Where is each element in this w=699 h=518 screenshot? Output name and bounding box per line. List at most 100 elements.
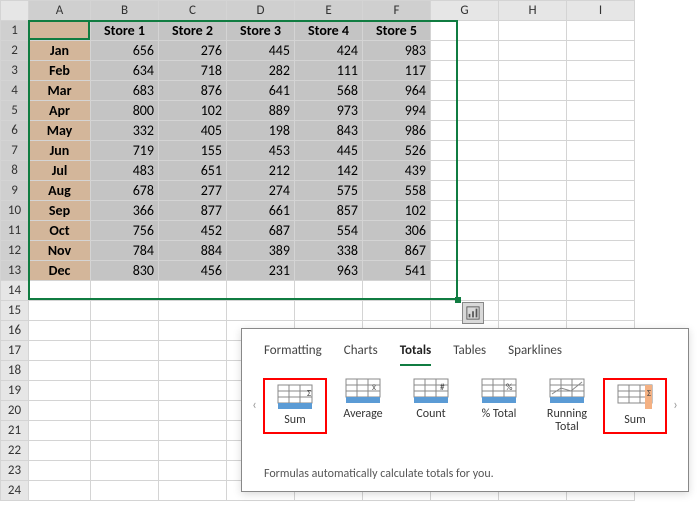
tab-charts[interactable]: Charts	[344, 343, 378, 366]
data-cell[interactable]: 876	[159, 81, 227, 101]
month-cell[interactable]: Jan	[29, 41, 91, 61]
data-cell[interactable]: 282	[227, 61, 295, 81]
cell-blank[interactable]	[499, 21, 567, 41]
cell-blank[interactable]	[29, 321, 91, 341]
data-cell[interactable]: 231	[227, 261, 295, 281]
cell-blank[interactable]	[295, 301, 363, 321]
cell-blank[interactable]	[431, 81, 499, 101]
tab-totals[interactable]: Totals	[400, 343, 431, 366]
header-cell[interactable]: Store 4	[295, 21, 363, 41]
cell-blank[interactable]	[91, 421, 159, 441]
data-cell[interactable]: 142	[295, 161, 363, 181]
cell-blank[interactable]	[91, 301, 159, 321]
data-cell[interactable]: 456	[159, 261, 227, 281]
row-header-5[interactable]: 5	[1, 101, 29, 121]
data-cell[interactable]: 212	[227, 161, 295, 181]
col-header-D[interactable]: D	[227, 1, 295, 21]
data-cell[interactable]: 483	[91, 161, 159, 181]
data-cell[interactable]: 678	[91, 181, 159, 201]
data-cell[interactable]: 111	[295, 61, 363, 81]
data-cell[interactable]: 274	[227, 181, 295, 201]
cell-blank[interactable]	[567, 261, 635, 281]
data-cell[interactable]: 453	[227, 141, 295, 161]
cell-blank[interactable]	[431, 241, 499, 261]
cell-blank[interactable]	[431, 121, 499, 141]
data-cell[interactable]: 117	[363, 61, 431, 81]
cell-blank[interactable]	[29, 381, 91, 401]
cell-blank[interactable]	[567, 21, 635, 41]
cell-blank[interactable]	[567, 101, 635, 121]
cell-blank[interactable]	[431, 281, 499, 301]
col-header-G[interactable]: G	[431, 1, 499, 21]
cell-blank[interactable]	[499, 261, 567, 281]
month-cell[interactable]: Jul	[29, 161, 91, 181]
cell-blank[interactable]	[29, 481, 91, 501]
cell-blank[interactable]	[499, 301, 567, 321]
month-cell[interactable]: Aug	[29, 181, 91, 201]
tab-formatting[interactable]: Formatting	[264, 343, 322, 366]
tab-tables[interactable]: Tables	[453, 343, 486, 366]
cell-blank[interactable]	[91, 321, 159, 341]
scroll-left-icon[interactable]: ‹	[250, 378, 259, 413]
cell-blank[interactable]	[567, 221, 635, 241]
data-cell[interactable]: 830	[91, 261, 159, 281]
data-cell[interactable]: 445	[227, 41, 295, 61]
month-cell[interactable]: May	[29, 121, 91, 141]
cell-blank[interactable]	[431, 21, 499, 41]
data-cell[interactable]: 687	[227, 221, 295, 241]
row-header-17[interactable]: 17	[1, 341, 29, 361]
header-cell[interactable]: Store 2	[159, 21, 227, 41]
row-header-7[interactable]: 7	[1, 141, 29, 161]
cell-blank[interactable]	[499, 241, 567, 261]
data-cell[interactable]: 661	[227, 201, 295, 221]
cell-blank[interactable]	[499, 41, 567, 61]
cell-blank[interactable]	[91, 441, 159, 461]
data-cell[interactable]: 719	[91, 141, 159, 161]
data-cell[interactable]: 405	[159, 121, 227, 141]
cell-blank[interactable]	[159, 421, 227, 441]
cell-blank[interactable]	[499, 181, 567, 201]
row-header-23[interactable]: 23	[1, 461, 29, 481]
data-cell[interactable]: 526	[363, 141, 431, 161]
data-cell[interactable]: 634	[91, 61, 159, 81]
data-cell[interactable]: 641	[227, 81, 295, 101]
data-cell[interactable]: 973	[295, 101, 363, 121]
cell-blank[interactable]	[567, 81, 635, 101]
data-cell[interactable]: 683	[91, 81, 159, 101]
cell-blank[interactable]	[499, 101, 567, 121]
data-cell[interactable]: 554	[295, 221, 363, 241]
cell-blank[interactable]	[567, 61, 635, 81]
cell-blank[interactable]	[159, 301, 227, 321]
cell-blank[interactable]	[499, 281, 567, 301]
month-cell[interactable]: Feb	[29, 61, 91, 81]
col-header-A[interactable]: A	[29, 1, 91, 21]
cell-blank[interactable]	[159, 361, 227, 381]
cell-blank[interactable]	[91, 281, 159, 301]
cell-blank[interactable]	[567, 161, 635, 181]
data-cell[interactable]: 276	[159, 41, 227, 61]
data-cell[interactable]: 877	[159, 201, 227, 221]
cell-blank[interactable]	[499, 121, 567, 141]
header-cell[interactable]	[29, 21, 91, 41]
cell-blank[interactable]	[431, 261, 499, 281]
cell-blank[interactable]	[363, 281, 431, 301]
cell-blank[interactable]	[159, 401, 227, 421]
row-header-18[interactable]: 18	[1, 361, 29, 381]
row-header-8[interactable]: 8	[1, 161, 29, 181]
row-header-22[interactable]: 22	[1, 441, 29, 461]
cell-blank[interactable]	[567, 141, 635, 161]
option-count[interactable]: #Count	[399, 378, 463, 434]
month-cell[interactable]: Sep	[29, 201, 91, 221]
cell-blank[interactable]	[29, 461, 91, 481]
row-header-6[interactable]: 6	[1, 121, 29, 141]
cell-blank[interactable]	[567, 201, 635, 221]
cell-blank[interactable]	[159, 281, 227, 301]
data-cell[interactable]: 445	[295, 141, 363, 161]
col-header-C[interactable]: C	[159, 1, 227, 21]
cell-blank[interactable]	[499, 221, 567, 241]
row-header-20[interactable]: 20	[1, 401, 29, 421]
cell-blank[interactable]	[159, 341, 227, 361]
cell-blank[interactable]	[29, 341, 91, 361]
cell-blank[interactable]	[91, 481, 159, 501]
cell-blank[interactable]	[431, 101, 499, 121]
